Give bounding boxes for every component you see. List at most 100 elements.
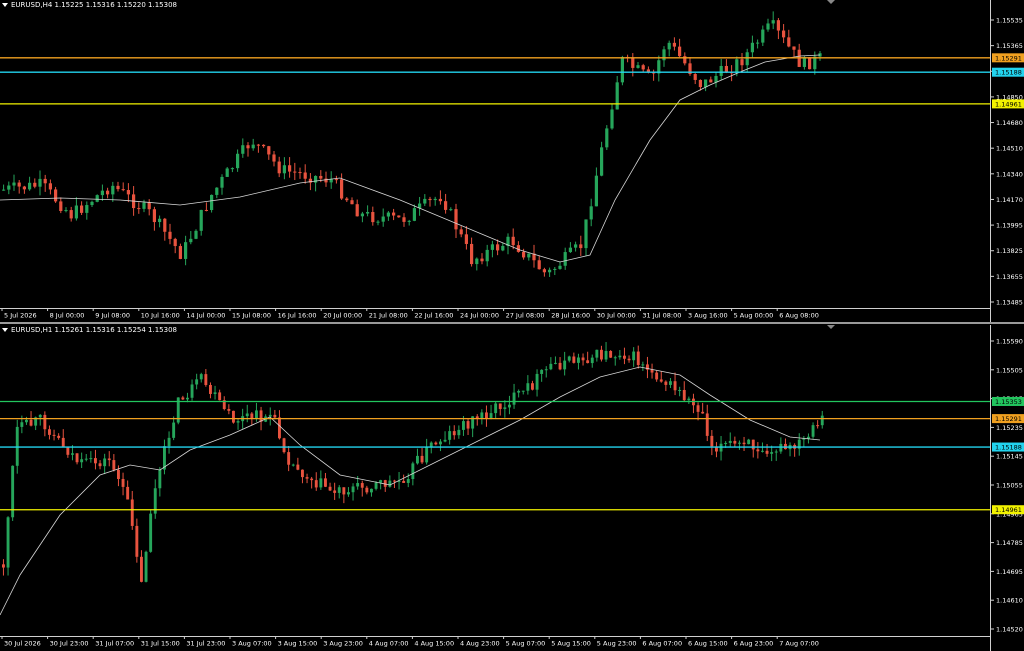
bear-candle bbox=[782, 30, 786, 38]
h4-header-text: EURUSD,H4 1.15225 1.15316 1.15220 1.1530… bbox=[11, 1, 177, 9]
x-tick-label: 3 Aug 23:00 bbox=[323, 640, 363, 648]
bull-candle bbox=[728, 440, 732, 443]
bull-candle bbox=[563, 360, 567, 370]
bull-candle bbox=[381, 216, 385, 222]
x-tick-label: 3 Aug 16:00 bbox=[688, 312, 728, 320]
x-tick-label: 6 Aug 23:00 bbox=[734, 640, 774, 648]
bull-candle bbox=[213, 392, 217, 394]
price-level-label: 1.15291 bbox=[995, 415, 1022, 423]
bear-candle bbox=[710, 435, 714, 447]
bear-candle bbox=[54, 189, 58, 202]
bear-candle bbox=[724, 65, 728, 73]
bull-candle bbox=[517, 390, 521, 393]
bull-candle bbox=[811, 425, 815, 437]
bear-candle bbox=[631, 57, 635, 68]
price-level-label: 1.15353 bbox=[995, 398, 1022, 406]
bull-candle bbox=[802, 438, 806, 440]
bear-candle bbox=[459, 229, 463, 235]
bear-candle bbox=[232, 410, 235, 423]
bear-candle bbox=[29, 419, 33, 426]
bull-candle bbox=[89, 458, 93, 460]
bear-candle bbox=[288, 165, 292, 172]
x-tick-label: 31 Jul 07:00 bbox=[95, 640, 134, 648]
bull-candle bbox=[535, 373, 539, 390]
bear-candle bbox=[466, 421, 470, 429]
bear-candle bbox=[310, 478, 314, 481]
bull-candle bbox=[360, 213, 364, 217]
bear-candle bbox=[273, 414, 277, 418]
h4-chart-pane[interactable]: EURUSD,H4 1.15225 1.15316 1.15220 1.1530… bbox=[0, 0, 1024, 322]
x-tick-label: 5 Aug 07:00 bbox=[506, 640, 546, 648]
bear-candle bbox=[816, 425, 820, 427]
bear-candle bbox=[61, 437, 65, 447]
bear-candle bbox=[393, 480, 396, 482]
bear-candle bbox=[94, 458, 97, 464]
bull-candle bbox=[568, 247, 572, 253]
h4-plot-area[interactable] bbox=[0, 0, 990, 310]
bear-candle bbox=[272, 154, 276, 162]
bull-candle bbox=[761, 450, 764, 452]
bear-candle bbox=[438, 198, 442, 202]
bear-candle bbox=[305, 477, 309, 479]
bull-candle bbox=[374, 482, 378, 489]
bear-candle bbox=[227, 409, 231, 411]
bear-candle bbox=[792, 46, 796, 50]
bear-candle bbox=[776, 20, 780, 31]
bear-candle bbox=[126, 486, 130, 500]
bull-candle bbox=[820, 415, 824, 426]
h1-price-axis[interactable]: 1.155901.155051.154151.152351.151451.150… bbox=[990, 325, 1024, 651]
bear-candle bbox=[496, 244, 500, 251]
bear-candle bbox=[392, 212, 396, 216]
bull-candle bbox=[714, 75, 718, 83]
bull-candle bbox=[613, 357, 617, 359]
bull-candle bbox=[337, 487, 341, 493]
bear-candle bbox=[334, 179, 338, 181]
bull-candle bbox=[379, 480, 383, 483]
bear-candle bbox=[287, 452, 291, 465]
bull-candle bbox=[149, 513, 153, 552]
x-tick-label: 16 Jul 16:00 bbox=[278, 312, 317, 320]
bull-candle bbox=[199, 209, 203, 231]
bear-candle bbox=[765, 450, 769, 454]
bull-candle bbox=[735, 59, 739, 73]
bull-candle bbox=[475, 258, 479, 265]
bear-candle bbox=[365, 487, 369, 493]
h1-chart-pane[interactable]: EURUSD,H1 1.15261 1.15316 1.15254 1.1530… bbox=[0, 325, 1024, 651]
x-tick-label: 31 Jul 15:00 bbox=[141, 640, 180, 648]
bull-candle bbox=[508, 404, 511, 408]
h1-plot-area[interactable] bbox=[0, 325, 990, 637]
x-tick-label: 6 Aug 08:00 bbox=[779, 312, 819, 320]
h4-price-axis[interactable]: 1.155351.153651.150251.148501.146801.145… bbox=[990, 0, 1024, 322]
bull-candle bbox=[449, 209, 453, 211]
h4-time-axis[interactable]: 5 Jul 2026 8 Jul 00:00 9 Jul 08:00 10 Jul 1… bbox=[0, 308, 990, 320]
bear-candle bbox=[303, 172, 307, 179]
scroll-marker-icon bbox=[827, 325, 835, 329]
bull-candle bbox=[563, 252, 567, 266]
x-tick-label: 14 Jul 00:00 bbox=[186, 312, 225, 320]
bull-candle bbox=[172, 422, 176, 438]
x-tick-label: 4 Aug 15:00 bbox=[414, 640, 454, 648]
x-tick-label: 5 Aug 23:00 bbox=[597, 640, 637, 648]
bear-candle bbox=[106, 190, 110, 195]
h4-header: EURUSD,H4 1.15225 1.15316 1.15220 1.1530… bbox=[2, 1, 177, 9]
x-tick-label: 27 Jul 08:00 bbox=[506, 312, 545, 320]
bull-candle bbox=[719, 65, 723, 76]
bull-candle bbox=[618, 355, 622, 358]
bear-candle bbox=[259, 410, 263, 422]
bull-candle bbox=[526, 383, 530, 391]
y-tick-label: 1.13485 bbox=[996, 299, 1023, 307]
bear-candle bbox=[701, 411, 705, 414]
y-tick-label: 1.15365 bbox=[996, 42, 1023, 50]
x-tick-label: 5 Jul 2026 bbox=[4, 312, 37, 320]
h1-time-axis[interactable]: 30 Jul 2026 30 Jul 23:00 31 Jul 07:00 31 Ju… bbox=[0, 636, 990, 650]
bull-candle bbox=[620, 56, 624, 83]
bear-candle bbox=[126, 190, 130, 195]
x-tick-label: 22 Jul 16:00 bbox=[414, 312, 453, 320]
bear-candle bbox=[579, 244, 583, 249]
bear-candle bbox=[659, 379, 663, 382]
bull-candle bbox=[503, 407, 507, 409]
x-tick-label: 4 Aug 23:00 bbox=[460, 640, 500, 648]
bull-candle bbox=[429, 442, 433, 447]
bear-candle bbox=[664, 381, 668, 385]
pane-divider[interactable] bbox=[0, 322, 1024, 324]
